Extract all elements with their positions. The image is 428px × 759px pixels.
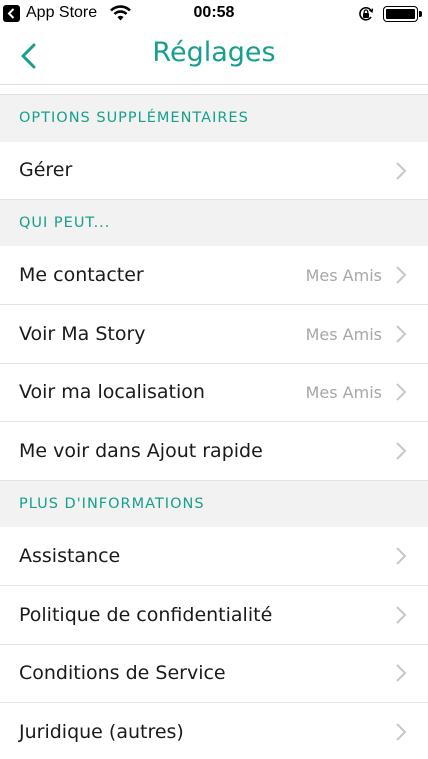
chevron-right-icon [396, 325, 407, 343]
row-juridique-autres[interactable]: Juridique (autres) [0, 703, 428, 759]
row-value: Mes Amis [305, 325, 382, 344]
row-label: Conditions de Service [19, 662, 226, 684]
row-gerer[interactable]: Gérer [0, 142, 428, 200]
row-label: Voir Ma Story [19, 323, 146, 345]
row-value: Mes Amis [305, 383, 382, 402]
row-politique-confidentialite[interactable]: Politique de confidentialité [0, 586, 428, 645]
row-label: Assistance [19, 545, 121, 567]
row-label: Me voir dans Ajout rapide [19, 440, 263, 462]
row-ajout-rapide[interactable]: Me voir dans Ajout rapide [0, 422, 428, 481]
chevron-right-icon [396, 442, 407, 460]
battery-icon [383, 6, 422, 22]
section-header-options: OPTIONS SUPPLÉMENTAIRES [0, 96, 428, 142]
chevron-right-icon [396, 547, 407, 565]
row-assistance[interactable]: Assistance [0, 527, 428, 586]
chevron-right-icon [396, 664, 407, 682]
list-top-strip [0, 85, 428, 95]
chevron-right-icon [396, 606, 407, 624]
chevron-right-icon [396, 383, 407, 401]
page-title: Réglages [152, 37, 276, 68]
row-conditions-service[interactable]: Conditions de Service [0, 645, 428, 703]
row-label: Me contacter [19, 264, 144, 286]
status-bar: App Store 00:58 [0, 0, 428, 28]
nav-header: Réglages [0, 28, 428, 85]
row-label: Politique de confidentialité [19, 604, 273, 626]
orientation-lock-icon [359, 7, 374, 21]
chevron-right-icon [396, 266, 407, 284]
chevron-right-icon [396, 162, 407, 180]
section-header-plus-info: PLUS D'INFORMATIONS [0, 481, 428, 527]
row-voir-ma-story[interactable]: Voir Ma Story Mes Amis [0, 305, 428, 364]
row-label: Voir ma localisation [19, 381, 205, 403]
row-voir-ma-localisation[interactable]: Voir ma localisation Mes Amis [0, 364, 428, 422]
row-value: Mes Amis [305, 266, 382, 285]
section-header-qui-peut: QUI PEUT... [0, 200, 428, 246]
chevron-right-icon [396, 723, 407, 741]
row-label: Gérer [19, 159, 73, 181]
row-label: Juridique (autres) [19, 721, 184, 743]
row-me-contacter[interactable]: Me contacter Mes Amis [0, 246, 428, 305]
